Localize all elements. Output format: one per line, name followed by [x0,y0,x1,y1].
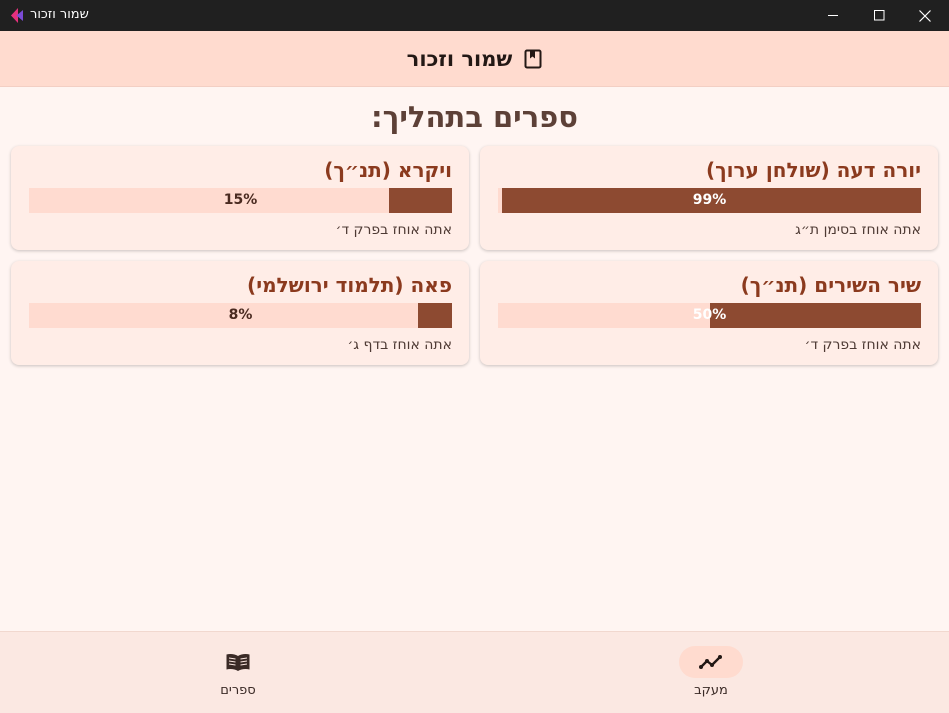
book-position-text: אתה אוחז בפרק ד׳ [335,222,452,238]
book-title: יורה דעה (שולחן ערוך) [705,158,921,182]
section-title: ספרים בתהליך: [371,100,578,134]
app-logo-icon [11,8,23,23]
maximize-icon [873,10,884,21]
book-title: פאה (תלמוד ירושלמי) [247,273,452,297]
book-position-text: אתה אוחז בפרק ד׳ [804,337,921,353]
progress-label: 15% [223,192,258,208]
close-button[interactable] [902,0,948,31]
maximize-button[interactable] [856,0,902,31]
trending-icon [699,655,722,669]
progress-label: 8% [228,307,253,323]
progress-label: 99% [692,192,727,208]
nav-label-tracking: מעקב [694,683,728,698]
book-card[interactable]: שיר השירים (תנ״ך) 50% אתה אוחז בפרק ד׳ [480,261,938,365]
app-title: שמור וזכור [406,46,513,71]
book-title: ויקרא (תנ״ך) [324,158,452,182]
book-position-text: אתה אוחז בדף ג׳ [347,337,452,353]
nav-label-books: ספרים [220,683,256,698]
bookmark-book-icon [524,49,542,68]
progress-bar: 99% [498,188,921,213]
window-title: שמור וזכור [30,7,89,22]
progress-bar: 50% [498,303,921,328]
minimize-button[interactable] [810,0,856,31]
progress-bar: 15% [29,188,452,213]
nav-item-books[interactable]: ספרים [138,632,338,713]
window-titlebar: שמור וזכור [0,0,949,31]
book-title: שיר השירים (תנ״ך) [740,273,921,297]
book-card[interactable]: ויקרא (תנ״ך) 15% אתה אוחז בפרק ד׳ [11,146,469,250]
progress-bar: 8% [29,303,452,328]
minimize-icon [827,15,838,16]
nav-item-tracking[interactable]: מעקב [611,632,811,713]
app-header: שמור וזכור [0,31,949,87]
book-card[interactable]: פאה (תלמוד ירושלמי) 8% אתה אוחז בדף ג׳ [11,261,469,365]
nav-active-indicator [679,646,743,678]
nav-pill [206,646,270,678]
progress-label: 50% [692,307,727,323]
bottom-navigation: מעקב ספרים [0,631,949,713]
open-book-icon [226,654,250,671]
book-card[interactable]: יורה דעה (שולחן ערוך) 99% אתה אוחז בסימן… [480,146,938,250]
close-icon [919,9,931,22]
book-position-text: אתה אוחז בסימן ת״ג [795,222,921,238]
